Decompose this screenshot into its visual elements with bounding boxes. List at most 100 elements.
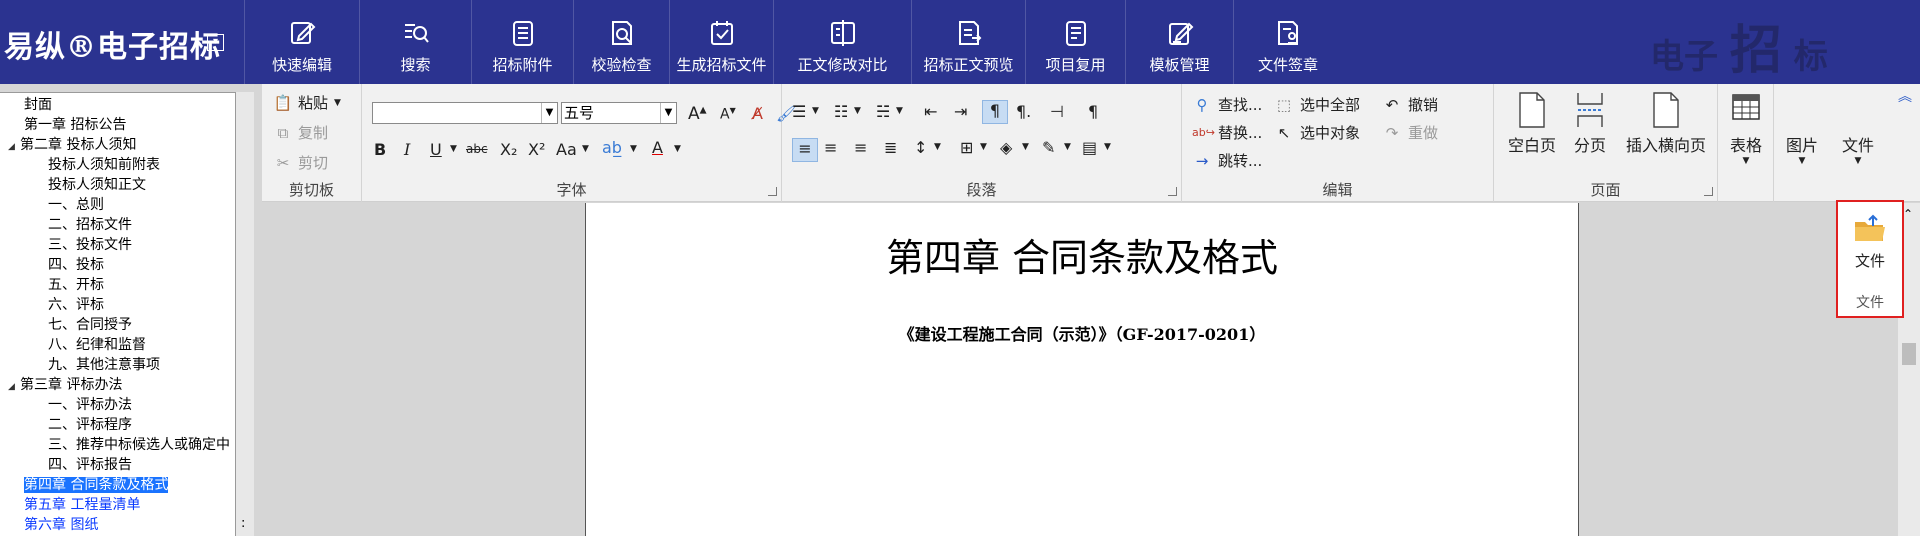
tree-item[interactable]: 第五章 工程量清单 xyxy=(24,495,140,515)
nav-check[interactable]: 校验检查 xyxy=(574,0,670,84)
select-object-button[interactable]: ↖ 选中对象 xyxy=(1274,122,1360,143)
paragraph-mark-icon[interactable]: ¶ xyxy=(1088,102,1098,121)
align-left-icon[interactable]: ≡ xyxy=(792,138,818,162)
document-page[interactable]: 第四章 合同条款及格式 《建设工程施工合同（示范）》（GF-2017-0201） xyxy=(585,203,1579,536)
tree-item[interactable]: 第四章 合同条款及格式 xyxy=(24,475,169,495)
cut-button[interactable]: ✂ 剪切 xyxy=(272,152,328,173)
tree-item[interactable]: 八、纪律和监督 xyxy=(48,335,146,355)
copy-button[interactable]: ⧉ 复制 xyxy=(272,122,328,143)
chevron-down-icon[interactable]: ▼ xyxy=(582,144,589,154)
font-color-icon[interactable]: A xyxy=(652,138,663,157)
nav-template[interactable]: 模板管理 xyxy=(1126,0,1234,84)
nav-quick-edit[interactable]: 快速编辑 xyxy=(244,0,360,84)
chevron-down-icon[interactable]: ▼ xyxy=(854,106,861,116)
landscape-page-button[interactable]: 插入横向页 xyxy=(1618,92,1714,156)
nav-search[interactable]: 搜索 xyxy=(360,0,472,84)
file-open-button[interactable]: 文件 xyxy=(1838,214,1902,271)
tree-group-node[interactable]: ◢ 第二章 投标人须知 xyxy=(8,135,136,155)
align-center-icon[interactable]: ≡ xyxy=(824,138,837,157)
scroll-thumb[interactable] xyxy=(1902,343,1916,365)
tree-item[interactable]: 二、招标文件 xyxy=(48,215,132,235)
increase-indent-icon[interactable]: ⇥ xyxy=(954,102,967,121)
tree-item[interactable]: 三、推荐中标候选人或确定中 xyxy=(48,435,230,455)
goto-button[interactable]: → 跳转... xyxy=(1192,150,1263,171)
italic-button[interactable]: I xyxy=(404,140,410,159)
decrease-indent-icon[interactable]: ⇤ xyxy=(924,102,937,121)
redo-button[interactable]: ↷ 重做 xyxy=(1382,122,1438,143)
tree-item[interactable]: 六、评标 xyxy=(48,295,104,315)
tree-item[interactable]: 四、评标报告 xyxy=(48,455,132,475)
dialog-launcher-icon[interactable] xyxy=(768,187,777,196)
nav-reuse[interactable]: 项目复用 xyxy=(1026,0,1126,84)
font-grow-button[interactable]: A▲ xyxy=(688,104,707,124)
scroll-up-icon[interactable]: ⌃ xyxy=(1903,207,1913,221)
blank-page-button[interactable]: 空白页 xyxy=(1504,92,1560,156)
tree-group-node[interactable]: ◢ 第三章 评标办法 xyxy=(8,375,122,395)
tree-item[interactable]: 投标人须知正文 xyxy=(48,175,146,195)
tree-item[interactable]: 七、合同授予 xyxy=(48,315,132,335)
tree-item[interactable]: 九、其他注意事项 xyxy=(48,355,160,375)
line-spacing-icon[interactable]: ↕ xyxy=(914,138,927,157)
logo-dropdown-icon[interactable]: ▾ xyxy=(207,34,224,51)
find-button[interactable]: ⚲ 查找... xyxy=(1192,94,1263,115)
nav-signature[interactable]: 文件签章 xyxy=(1234,0,1342,84)
nav-attachment[interactable]: 招标附件 xyxy=(472,0,574,84)
expand-toggle-icon[interactable]: ◢ xyxy=(8,137,20,157)
nav-compare[interactable]: 正文修改对比 xyxy=(774,0,912,84)
replace-button[interactable]: ab↪ 替换... xyxy=(1192,122,1262,143)
font-size-select[interactable]: 五号 ▼ xyxy=(561,102,677,124)
underline-button[interactable]: U xyxy=(430,140,442,159)
chevron-down-icon[interactable]: ▼ xyxy=(812,106,819,116)
chevron-down-icon[interactable]: ▼ xyxy=(674,144,681,154)
shading-icon[interactable]: ◈ xyxy=(1000,138,1012,157)
border-icon[interactable]: ⊞ xyxy=(960,138,973,157)
collapse-ribbon-icon[interactable]: ︽ xyxy=(1898,86,1912,106)
image-button[interactable]: 图片 ▼ xyxy=(1778,132,1826,166)
tree-item[interactable]: 三、投标文件 xyxy=(48,235,132,255)
font-family-select[interactable]: ▼ xyxy=(372,102,558,124)
tree-scrollbar[interactable]: : xyxy=(236,92,254,536)
chevron-down-icon[interactable]: ▼ xyxy=(630,144,637,154)
tree-item[interactable]: 第六章 图纸 xyxy=(24,515,98,535)
tree-item[interactable]: 一、总则 xyxy=(48,195,104,215)
chevron-down-icon[interactable]: ▼ xyxy=(450,144,457,154)
chevron-down-icon[interactable]: ▼ xyxy=(980,142,987,152)
file-menu-button[interactable]: 文件 ▼ xyxy=(1834,132,1882,166)
tree-item[interactable]: 四、投标 xyxy=(48,255,104,275)
superscript-button[interactable]: X² xyxy=(528,140,545,159)
nav-generate[interactable]: 生成招标文件 xyxy=(670,0,774,84)
bullet-list-icon[interactable]: ☰ xyxy=(792,102,806,121)
tree-item[interactable]: 一、评标办法 xyxy=(48,395,132,415)
expand-toggle-icon[interactable]: ◢ xyxy=(8,377,20,397)
numbered-list-icon[interactable]: ☷ xyxy=(834,102,848,121)
dialog-launcher-icon[interactable] xyxy=(1704,187,1713,196)
tree-item[interactable]: 封面 xyxy=(24,95,52,115)
line-style-icon[interactable]: ▤ xyxy=(1082,138,1097,157)
chevron-down-icon[interactable]: ▼ xyxy=(934,142,941,152)
justify-icon[interactable]: ≣ xyxy=(884,138,897,157)
chevron-down-icon[interactable]: ▼ xyxy=(1022,142,1029,152)
highlight-icon[interactable]: ab̲ xyxy=(602,138,622,157)
paste-button[interactable]: 📋 粘贴 ▼ xyxy=(272,92,341,113)
rtl-icon[interactable]: ⊣ xyxy=(1050,102,1064,121)
dialog-launcher-icon[interactable] xyxy=(1168,187,1177,196)
page-break-button[interactable]: 分页 xyxy=(1568,92,1612,156)
chevron-down-icon[interactable]: ▼ xyxy=(896,106,903,116)
align-right-icon[interactable]: ≡ xyxy=(854,138,867,157)
chevron-down-icon[interactable]: ▼ xyxy=(1064,142,1071,152)
ltr-icon[interactable]: ¶. xyxy=(1016,102,1031,121)
tree-item[interactable]: 五、开标 xyxy=(48,275,104,295)
subscript-button[interactable]: X₂ xyxy=(500,140,517,159)
change-case-button[interactable]: Aa xyxy=(556,140,577,159)
tree-item[interactable]: 第一章 招标公告 xyxy=(24,115,126,135)
chevron-down-icon[interactable]: ▼ xyxy=(1104,142,1111,152)
show-marks-icon[interactable]: ¶ xyxy=(982,100,1008,124)
undo-button[interactable]: ↶ 撤销 xyxy=(1382,94,1438,115)
tree-item[interactable]: 投标人须知前附表 xyxy=(48,155,160,175)
table-button[interactable]: 表格 ▼ xyxy=(1722,92,1770,166)
multilevel-list-icon[interactable]: ☵ xyxy=(876,102,890,121)
tree-item[interactable]: 二、评标程序 xyxy=(48,415,132,435)
strikethrough-button[interactable]: abc xyxy=(466,142,488,156)
bold-button[interactable]: B xyxy=(374,140,386,159)
pen-color-icon[interactable]: ✎ xyxy=(1042,138,1055,157)
